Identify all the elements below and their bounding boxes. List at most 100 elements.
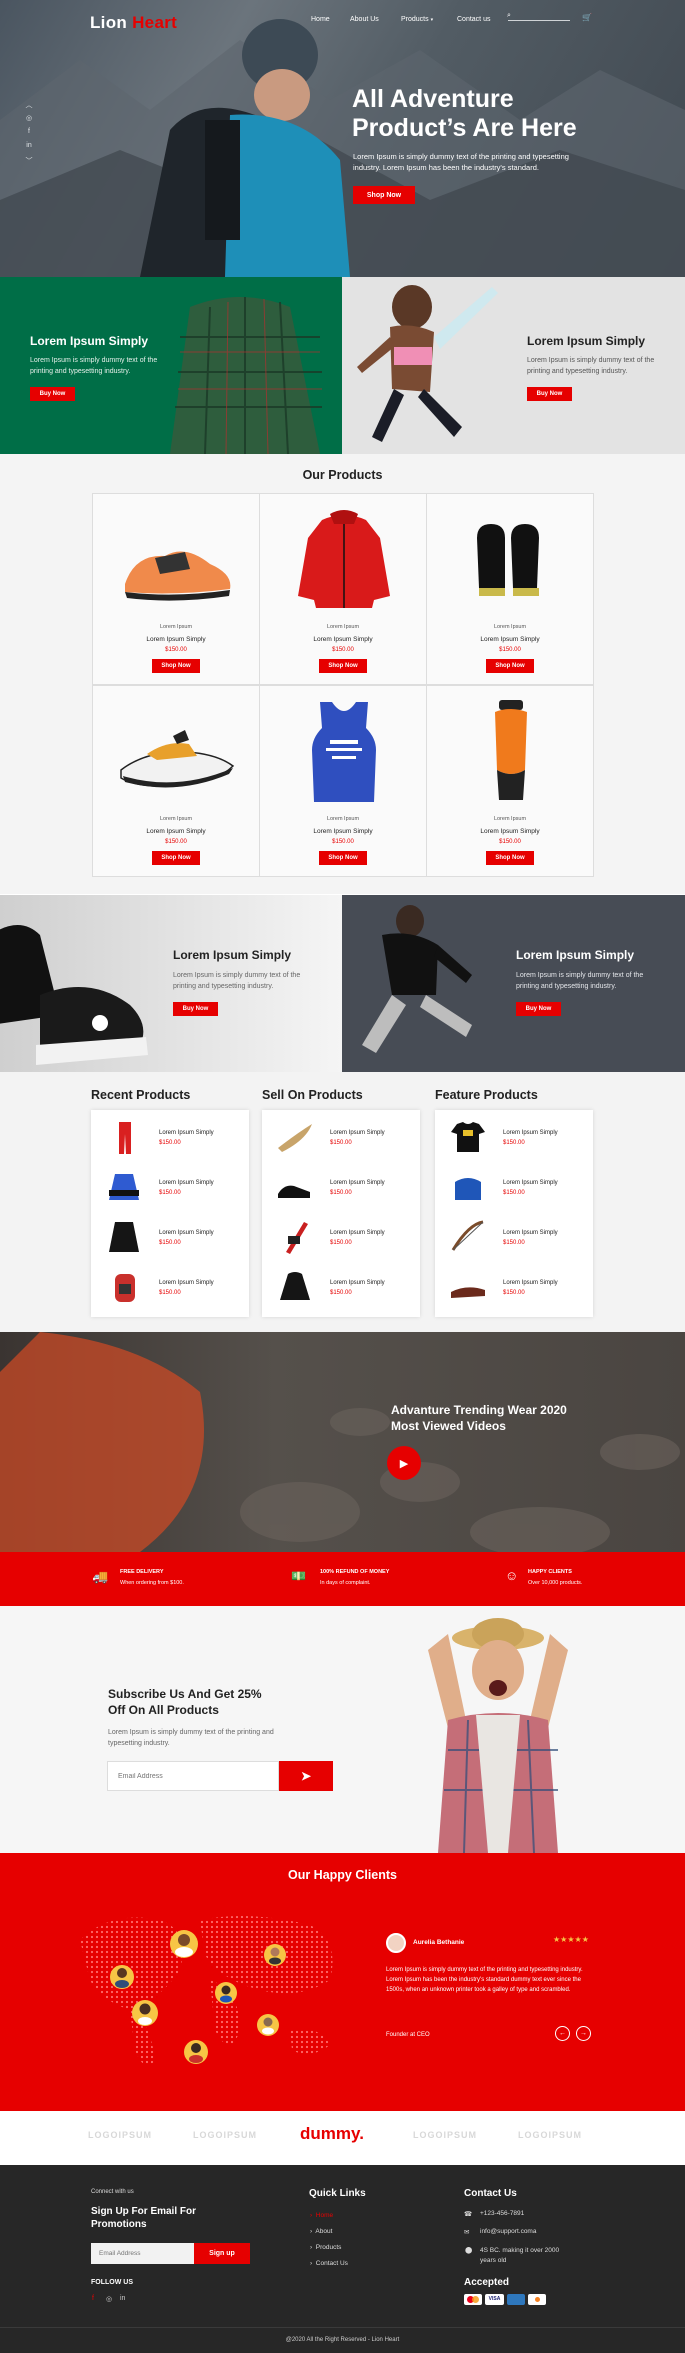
product-card[interactable]: Lorem Ipsum Lorem Ipsum Simply $150.00 S… (426, 685, 594, 877)
list-item[interactable]: Lorem Ipsum Simply $150.00 (262, 1112, 420, 1162)
hero-shop-button[interactable]: Shop Now (353, 186, 415, 204)
chevron-down-icon[interactable]: ﹀ (24, 156, 34, 170)
copyright: @2020 All the Right Reserved - Lion Hear… (285, 2337, 400, 2343)
site-logo[interactable]: Lion Heart (90, 13, 177, 33)
chevron-down-icon: ▾ (430, 17, 434, 23)
sell-on-products-title: Sell On Products (262, 1088, 363, 1102)
nav-products[interactable]: Products ▾ (401, 16, 433, 23)
red-jacket-image (298, 510, 390, 608)
promo-left-buy-button[interactable]: Buy Now (30, 387, 75, 401)
linkedin-icon[interactable]: in (24, 142, 34, 156)
client-role: Founder at CEO (386, 2032, 430, 2038)
chevron-up-icon[interactable]: ︿ (24, 100, 34, 114)
prev-arrow-button[interactable]: ← (555, 2026, 570, 2041)
footer-link-about[interactable]: › About (310, 2228, 332, 2235)
follow-label: FOLLOW US (91, 2279, 133, 2286)
sneaker-image (125, 551, 231, 601)
list-item[interactable]: Lorem Ipsum Simply $150.00 (262, 1162, 420, 1212)
client-quote: Lorem Ipsum is simply dummy text of the … (386, 1967, 583, 1993)
product-name[interactable]: Lorem Ipsum Simply (260, 828, 426, 835)
footer-divider (0, 2327, 685, 2328)
deodorant-image (495, 700, 527, 800)
play-button[interactable]: ▶ (387, 1446, 421, 1480)
product-name[interactable]: Lorem Ipsum Simply (93, 636, 259, 643)
product-price: $150.00 (499, 647, 521, 653)
subscribe-email-input[interactable] (107, 1761, 279, 1791)
shop-now-button[interactable]: Shop Now (319, 659, 367, 673)
product-card[interactable]: Lorem Ipsum Lorem Ipsum Simply $150.00 S… (92, 685, 260, 877)
play-icon: ▶ (399, 1457, 409, 1470)
product-name[interactable]: Lorem Ipsum Simply (427, 636, 593, 643)
feature-products-list: Lorem Ipsum Simply $150.00 Lorem Ipsum Si… (435, 1110, 593, 1317)
promo2-left-buy-button[interactable]: Buy Now (173, 1002, 218, 1016)
nav-contact[interactable]: Contact us (457, 16, 490, 23)
paper-plane-icon: ➤ (300, 1769, 312, 1783)
jet-ski-image (120, 730, 235, 788)
footer-link-contact[interactable]: › Contact Us (310, 2260, 348, 2267)
instagram-icon[interactable]: ◎ (24, 114, 34, 128)
shop-now-button[interactable]: Shop Now (152, 659, 200, 673)
instagram-icon[interactable]: ◎ (106, 2295, 112, 2303)
list-item[interactable]: Lorem Ipsum Simply $150.00 (262, 1212, 420, 1262)
product-card[interactable]: Lorem Ipsum Lorem Ipsum Simply $150.00 S… (259, 685, 427, 877)
product-card[interactable]: Lorem Ipsum Lorem Ipsum Simply $150.00 S… (426, 493, 594, 685)
list-item[interactable]: Lorem Ipsum Simply $150.00 (435, 1162, 593, 1212)
amex-icon (507, 2294, 525, 2305)
video-title: Advanture Trending Wear 2020 Most Viewed… (391, 1403, 567, 1433)
footer-link-products[interactable]: › Products (310, 2244, 341, 2251)
footer-email[interactable]: info@support.coma (480, 2228, 536, 2235)
arrow-right-icon: → (580, 2030, 587, 2037)
feature-title: HAPPY CLIENTS (528, 1569, 572, 1575)
facebook-icon[interactable]: f (92, 2295, 94, 2302)
product-category: Lorem Ipsum (326, 624, 360, 630)
product-name[interactable]: Lorem Ipsum Simply (427, 828, 593, 835)
list-item[interactable]: Lorem Ipsum Simply $150.00 (91, 1162, 249, 1212)
brand-logo: LOGOIPSUM (88, 2130, 153, 2140)
facebook-icon[interactable]: f (24, 128, 34, 142)
blue-bag-thumb (455, 1178, 481, 1200)
list-item[interactable]: Lorem Ipsum Simply $150.00 (91, 1212, 249, 1262)
list-item[interactable]: Lorem Ipsum Simply $150.00 (91, 1262, 249, 1312)
shop-now-button[interactable]: Shop Now (486, 851, 534, 865)
signup-button[interactable]: Sign up (194, 2243, 250, 2264)
shop-now-button[interactable]: Shop Now (319, 851, 367, 865)
product-card[interactable]: Lorem Ipsum Lorem Ipsum Simply $150.00 S… (92, 493, 260, 685)
world-map-image (80, 1916, 333, 2066)
connect-label: Connect with us (91, 2189, 134, 2195)
footer-email-input[interactable] (91, 2243, 194, 2264)
list-item[interactable]: Lorem Ipsum Simply $150.00 (262, 1262, 420, 1312)
nav-home[interactable]: Home (311, 16, 330, 23)
next-arrow-button[interactable]: → (576, 2026, 591, 2041)
feature-text: In days of complaint. (320, 1580, 371, 1586)
list-item[interactable]: Lorem Ipsum Simply $150.00 (91, 1112, 249, 1162)
black-jacket-thumb (109, 1222, 139, 1252)
shop-now-button[interactable]: Shop Now (152, 851, 200, 865)
footer-link-home[interactable]: › Home (310, 2212, 333, 2219)
subscribe-send-button[interactable]: ➤ (279, 1761, 333, 1791)
promo2-right-text: Lorem Ipsum is simply dummy text of the … (516, 972, 644, 990)
cart-icon[interactable]: 🛒 (582, 13, 592, 22)
contact-title: Contact Us (464, 2188, 517, 2199)
nav-about[interactable]: About Us (350, 16, 379, 23)
product-card[interactable]: Lorem Ipsum Lorem Ipsum Simply $150.00 S… (259, 493, 427, 685)
product-price: $150.00 (499, 839, 521, 845)
product-name[interactable]: Lorem Ipsum Simply (93, 828, 259, 835)
product-name[interactable]: Lorem Ipsum Simply (260, 636, 426, 643)
list-item[interactable]: Lorem Ipsum Simply $150.00 (435, 1212, 593, 1262)
search-input[interactable] (508, 20, 570, 21)
hero-title: All Adventure Product’s Are Here (352, 85, 577, 142)
linkedin-icon[interactable]: in (120, 2295, 125, 2302)
footer-phone[interactable]: +123-456-7891 (480, 2210, 524, 2217)
sell-on-products-list: Lorem Ipsum Simply $150.00 Lorem Ipsum Si… (262, 1110, 420, 1317)
signup-title: Sign Up For Email For Promotions (91, 2206, 197, 2230)
shop-now-button[interactable]: Shop Now (486, 659, 534, 673)
promo2-right-buy-button[interactable]: Buy Now (516, 1002, 561, 1016)
search-icon[interactable]: ⌕ (507, 12, 511, 20)
promo-right-buy-button[interactable]: Buy Now (527, 387, 572, 401)
list-item[interactable]: Lorem Ipsum Simply $150.00 (435, 1112, 593, 1162)
client-name: Aurelia Bethanie (413, 1939, 465, 1946)
product-category: Lorem Ipsum (326, 816, 360, 822)
list-item[interactable]: Lorem Ipsum Simply $150.00 (435, 1262, 593, 1312)
location-icon: ⬤ (465, 2247, 473, 2254)
subscribe-title: Subscribe Us And Get 25% Off On All Prod… (108, 1687, 262, 1717)
